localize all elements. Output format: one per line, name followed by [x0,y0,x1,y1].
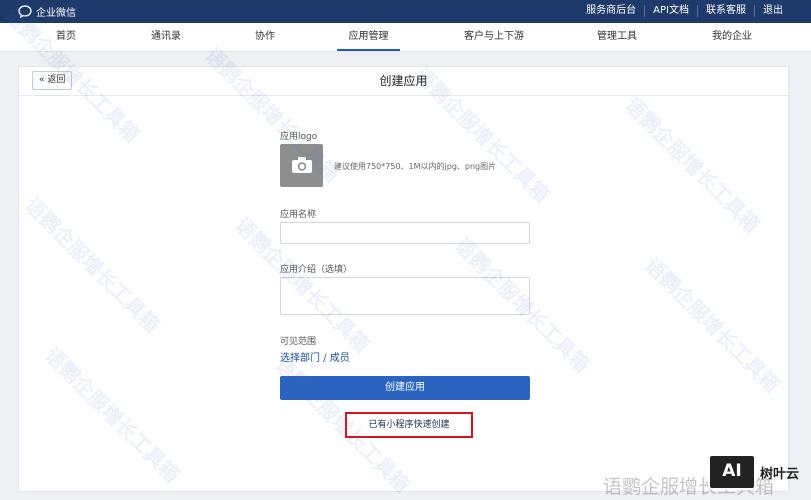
link-api-docs[interactable]: API文档 [644,5,697,17]
chat-bubble-icon [18,5,32,18]
brand-name: 企业微信 [36,8,76,19]
tab-my-enterprise[interactable]: 我的企业 [704,23,760,51]
camera-icon [292,157,312,173]
tab-app-management[interactable]: 应用管理 [337,23,400,51]
back-button-label: 返回 [47,75,66,85]
select-members-link[interactable]: 选择部门 / 成员 [280,349,350,364]
panel-header: 创建应用 « 返回 [19,67,788,96]
link-provider-backend[interactable]: 服务商后台 [578,5,644,17]
logo-upload[interactable] [280,144,323,187]
brand-logo[interactable]: 企业微信 [18,4,76,19]
intro-label: 应用介绍（选填） [280,265,353,275]
badge-name: 树叶云 [760,466,800,482]
app-name-input[interactable] [280,222,530,244]
tab-customers-partners[interactable]: 客户与上下游 [456,23,532,51]
tab-home[interactable]: 首页 [44,23,88,51]
link-contact-support[interactable]: 联系客服 [697,5,754,17]
back-button[interactable]: « 返回 [32,71,73,90]
link-logout[interactable]: 退出 [754,5,791,17]
top-bar: 企业微信 服务商后台 API文档 联系客服 退出 [0,0,811,23]
scope-label: 可见范围 [280,337,317,347]
page-title: 创建应用 [379,74,428,88]
create-app-panel: 创建应用 « 返回 应用logo 建议使用750*750、1M以内的jpg、pn… [18,66,789,492]
name-label: 应用名称 [280,210,317,220]
tab-contacts[interactable]: 通讯录 [141,23,191,51]
ai-logo-icon: AI [708,454,756,490]
app-intro-textarea[interactable] [280,277,530,315]
tab-collaboration[interactable]: 协作 [245,23,285,51]
logo-label: 应用logo [280,132,318,142]
top-links: 服务商后台 API文档 联系客服 退出 [578,5,791,17]
source-badge: AI 树叶云 [708,453,804,491]
logo-hint: 建议使用750*750、1M以内的jpg、png图片 [334,162,497,171]
mini-program-create-button[interactable]: 已有小程序快速创建 [345,412,473,438]
create-app-button[interactable]: 创建应用 [280,376,530,400]
double-chevron-left-icon: « [39,75,45,85]
main-nav: 首页 通讯录 协作 应用管理 客户与上下游 管理工具 我的企业 [0,23,811,52]
tab-management-tools[interactable]: 管理工具 [589,23,645,51]
